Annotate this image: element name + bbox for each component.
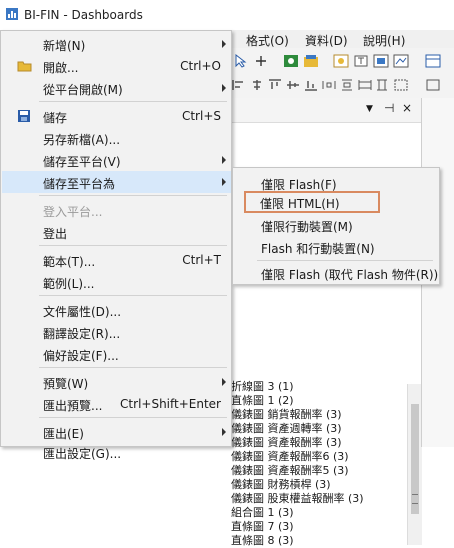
panel-menu-icon[interactable]: ▼ [366,104,373,114]
menu-data[interactable]: 資料(D) [305,32,348,49]
align-left-icon[interactable] [231,78,247,92]
align-top-icon[interactable] [267,78,283,92]
menu-item-export-preview[interactable]: 匯出預覽... Ctrl+Shift+Enter [2,393,231,415]
menu-item-export[interactable]: 匯出(E) [2,421,231,443]
file-menu: 新增(N) 開啟... Ctrl+O 從平台開啟(M) 儲存 Ctrl+S 另存… [0,30,232,461]
submenu-arrow-icon [222,40,226,48]
menu-item-open[interactable]: 開啟... Ctrl+O [2,55,231,77]
layout-icon[interactable] [425,54,441,68]
same-height-icon[interactable] [375,78,391,92]
align-center-icon[interactable] [249,78,265,92]
menu-separator [39,101,227,102]
group-icon[interactable] [393,78,409,92]
menu-item-translation-settings[interactable]: 翻譯設定(R)... [2,321,231,343]
close-icon[interactable]: × [402,101,412,115]
text-icon[interactable] [353,54,369,68]
menu-item-samples[interactable]: 範例(L)... [2,271,231,293]
submenu-arrow-icon [222,178,226,186]
submenu-arrow-icon [222,156,226,164]
list-item[interactable]: 直條圖 8 (3) [231,532,294,548]
menu-item-save-to-platform[interactable]: 儲存至平台(V) [2,149,231,171]
folder-open-icon [17,61,32,72]
submenu-item-flash-replace-object[interactable]: 僅限 Flash (取代 Flash 物件(R)) [234,262,438,284]
app-icon [6,8,18,20]
vertical-scrollbar[interactable] [407,384,422,545]
menu-separator [39,195,227,196]
title-bar: BI-FIN - Dashboards [0,0,454,31]
component-icon[interactable] [333,54,349,68]
submenu-item-mobile-only[interactable]: 僅限行動裝置(M) [234,214,438,236]
align-bottom-icon[interactable] [303,78,319,92]
save-to-platform-as-submenu: 僅限 Flash(F) 僅限 HTML(H) 僅限行動裝置(M) Flash 和… [232,167,440,285]
frame-icon[interactable] [425,78,441,92]
image-icon[interactable] [373,54,389,68]
menu-format[interactable]: 格式(O) [246,32,289,49]
save-icon [18,110,30,122]
menu-help[interactable]: 說明(H) [363,32,405,49]
add-icon[interactable] [253,54,269,68]
menu-item-save[interactable]: 儲存 Ctrl+S [2,105,231,127]
menu-item-preferences[interactable]: 偏好設定(F)... [2,343,231,365]
menu-separator [39,245,227,246]
distribute-vertical-icon[interactable] [339,78,355,92]
panel-header: ▼ ⊣ × [226,98,422,123]
menu-separator [39,367,227,368]
distribute-horizontal-icon[interactable] [321,78,337,92]
map-icon[interactable] [393,54,409,68]
chart-refresh-icon[interactable] [283,54,299,68]
menu-item-new[interactable]: 新增(N) [2,33,231,55]
menu-item-templates[interactable]: 範本(T)... Ctrl+T [2,249,231,271]
submenu-arrow-icon [222,428,226,436]
menu-item-save-as[interactable]: 另存新檔(A)... [2,127,231,149]
toolbar [225,48,454,99]
submenu-item-html-only[interactable]: 僅限 HTML(H) [244,191,380,213]
window-title: BI-FIN - Dashboards [24,8,143,22]
menu-item-login-platform: 登入平台... [43,205,103,219]
menu-separator [257,260,433,261]
submenu-arrow-icon [222,84,226,92]
submenu-item-flash-and-mobile[interactable]: Flash 和行動裝置(N) [234,236,438,258]
align-middle-icon[interactable] [285,78,301,92]
menu-item-open-from-platform[interactable]: 從平台開啟(M) [2,77,231,99]
folder-icon[interactable] [303,54,319,68]
same-width-icon[interactable] [357,78,373,92]
pointer-icon[interactable] [233,54,249,68]
grip-icon [412,494,418,504]
menu-item-preview[interactable]: 預覽(W) [2,371,231,393]
menu-item-save-to-platform-as[interactable]: 儲存至平台為 [2,171,231,193]
menu-item-export-settings[interactable]: 匯出設定(G)... [2,441,231,463]
menu-separator [39,295,227,296]
pin-icon[interactable]: ⊣ [384,101,394,115]
submenu-arrow-icon [222,378,226,386]
menu-separator [39,417,227,418]
menu-item-logout[interactable]: 登出 [2,221,231,243]
menu-item-document-properties[interactable]: 文件屬性(D)... [2,299,231,321]
